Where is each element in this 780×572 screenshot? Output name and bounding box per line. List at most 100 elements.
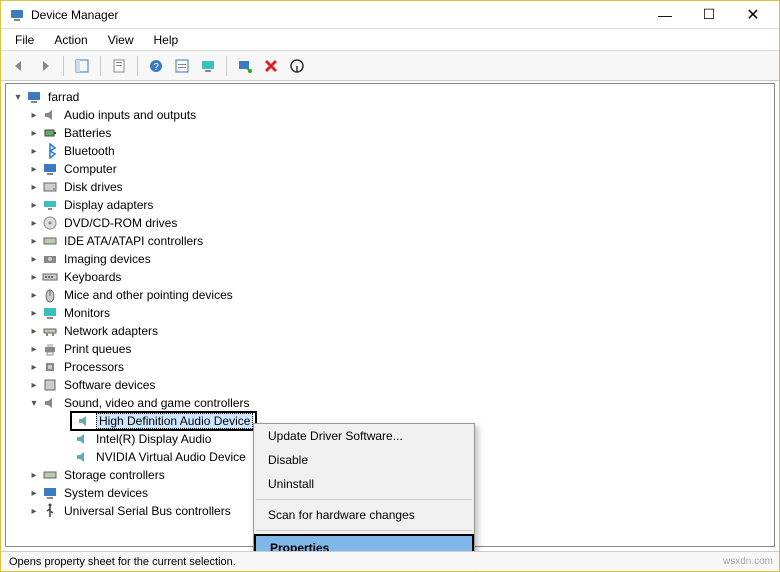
maximize-button[interactable]: ☐: [687, 1, 731, 29]
imaging-icon: [42, 251, 58, 267]
expand-icon[interactable]: ▸: [28, 380, 40, 391]
scan-hardware-icon[interactable]: [233, 54, 257, 78]
expand-icon[interactable]: ▸: [28, 128, 40, 139]
minimize-button[interactable]: —: [643, 1, 687, 29]
processor-icon: [42, 359, 58, 375]
expand-icon[interactable]: ▸: [28, 308, 40, 319]
ctx-update-driver[interactable]: Update Driver Software...: [254, 424, 474, 448]
context-menu-separator: [256, 499, 472, 500]
computer-icon: [26, 89, 42, 105]
expand-icon[interactable]: ▸: [28, 146, 40, 157]
expand-icon[interactable]: ▸: [28, 236, 40, 247]
view-icon[interactable]: [170, 54, 194, 78]
menu-action[interactable]: Action: [46, 31, 95, 49]
category-node[interactable]: ▸Processors: [12, 358, 774, 376]
category-node-sound[interactable]: ▾Sound, video and game controllers: [12, 394, 774, 412]
battery-icon: [42, 125, 58, 141]
device-label: High Definition Audio Device: [96, 413, 253, 429]
category-node[interactable]: ▸Bluetooth: [12, 142, 774, 160]
menu-help[interactable]: Help: [146, 31, 187, 49]
audio-device-icon: [74, 431, 90, 447]
expand-icon[interactable]: ▸: [28, 254, 40, 265]
show-hide-tree-button[interactable]: [70, 54, 94, 78]
dvd-icon: [42, 215, 58, 231]
network-icon: [42, 323, 58, 339]
enable-icon[interactable]: [285, 54, 309, 78]
context-menu: Update Driver Software... Disable Uninst…: [253, 423, 475, 563]
expand-icon[interactable]: ▸: [28, 326, 40, 337]
root-node[interactable]: ▾ farrad: [12, 88, 774, 106]
toolbar: ?: [1, 51, 779, 81]
ide-icon: [42, 233, 58, 249]
expand-icon[interactable]: ▸: [28, 272, 40, 283]
display-adapter-icon: [42, 197, 58, 213]
category-node[interactable]: ▸Mice and other pointing devices: [12, 286, 774, 304]
category-node[interactable]: ▸Network adapters: [12, 322, 774, 340]
category-node[interactable]: ▸Software devices: [12, 376, 774, 394]
toolbar-sep: [226, 56, 227, 76]
expand-icon[interactable]: ▸: [28, 344, 40, 355]
category-node[interactable]: ▸Display adapters: [12, 196, 774, 214]
titlebar: Device Manager — ☐ ✕: [1, 1, 779, 29]
status-bar: Opens property sheet for the current sel…: [1, 551, 779, 571]
category-node[interactable]: ▸Audio inputs and outputs: [12, 106, 774, 124]
menu-view[interactable]: View: [100, 31, 142, 49]
collapse-icon[interactable]: ▾: [28, 398, 40, 409]
collapse-icon[interactable]: ▾: [12, 92, 24, 103]
bluetooth-icon: [42, 143, 58, 159]
expand-icon[interactable]: ▸: [28, 290, 40, 301]
disk-icon: [42, 179, 58, 195]
watermark: wsxdn.com: [723, 556, 773, 567]
expand-icon[interactable]: ▸: [28, 164, 40, 175]
svg-text:?: ?: [153, 62, 159, 73]
computer-icon: [42, 161, 58, 177]
category-node[interactable]: ▸Monitors: [12, 304, 774, 322]
status-text: Opens property sheet for the current sel…: [9, 556, 236, 568]
toolbar-sep: [137, 56, 138, 76]
back-button[interactable]: [7, 54, 31, 78]
properties-icon[interactable]: [107, 54, 131, 78]
category-node[interactable]: ▸Disk drives: [12, 178, 774, 196]
category-node[interactable]: ▸DVD/CD-ROM drives: [12, 214, 774, 232]
monitor-icon[interactable]: [196, 54, 220, 78]
uninstall-icon[interactable]: [259, 54, 283, 78]
ctx-scan[interactable]: Scan for hardware changes: [254, 503, 474, 527]
category-node[interactable]: ▸Batteries: [12, 124, 774, 142]
context-menu-separator: [256, 530, 472, 531]
expand-icon[interactable]: ▸: [28, 110, 40, 121]
category-node[interactable]: ▸Print queues: [12, 340, 774, 358]
category-node[interactable]: ▸Keyboards: [12, 268, 774, 286]
toolbar-sep: [100, 56, 101, 76]
expand-icon[interactable]: ▸: [28, 506, 40, 517]
expand-icon[interactable]: ▸: [28, 470, 40, 481]
usb-icon: [42, 503, 58, 519]
app-icon: [9, 7, 25, 23]
storage-icon: [42, 467, 58, 483]
expand-icon[interactable]: ▸: [28, 218, 40, 229]
menu-file[interactable]: File: [7, 31, 42, 49]
expand-icon[interactable]: ▸: [28, 488, 40, 499]
sound-icon: [42, 395, 58, 411]
expand-icon[interactable]: ▸: [28, 182, 40, 193]
menubar: File Action View Help: [1, 29, 779, 51]
toolbar-sep: [63, 56, 64, 76]
category-node[interactable]: ▸Imaging devices: [12, 250, 774, 268]
keyboard-icon: [42, 269, 58, 285]
system-icon: [42, 485, 58, 501]
close-button[interactable]: ✕: [731, 1, 775, 29]
audio-device-icon: [74, 449, 90, 465]
monitor-icon: [42, 305, 58, 321]
expand-icon[interactable]: ▸: [28, 200, 40, 211]
category-node[interactable]: ▸Computer: [12, 160, 774, 178]
category-node[interactable]: ▸IDE ATA/ATAPI controllers: [12, 232, 774, 250]
help-icon[interactable]: ?: [144, 54, 168, 78]
ctx-disable[interactable]: Disable: [254, 448, 474, 472]
forward-button[interactable]: [33, 54, 57, 78]
root-label: farrad: [46, 90, 81, 104]
audio-io-icon: [42, 107, 58, 123]
printer-icon: [42, 341, 58, 357]
ctx-uninstall[interactable]: Uninstall: [254, 472, 474, 496]
software-icon: [42, 377, 58, 393]
mouse-icon: [42, 287, 58, 303]
expand-icon[interactable]: ▸: [28, 362, 40, 373]
